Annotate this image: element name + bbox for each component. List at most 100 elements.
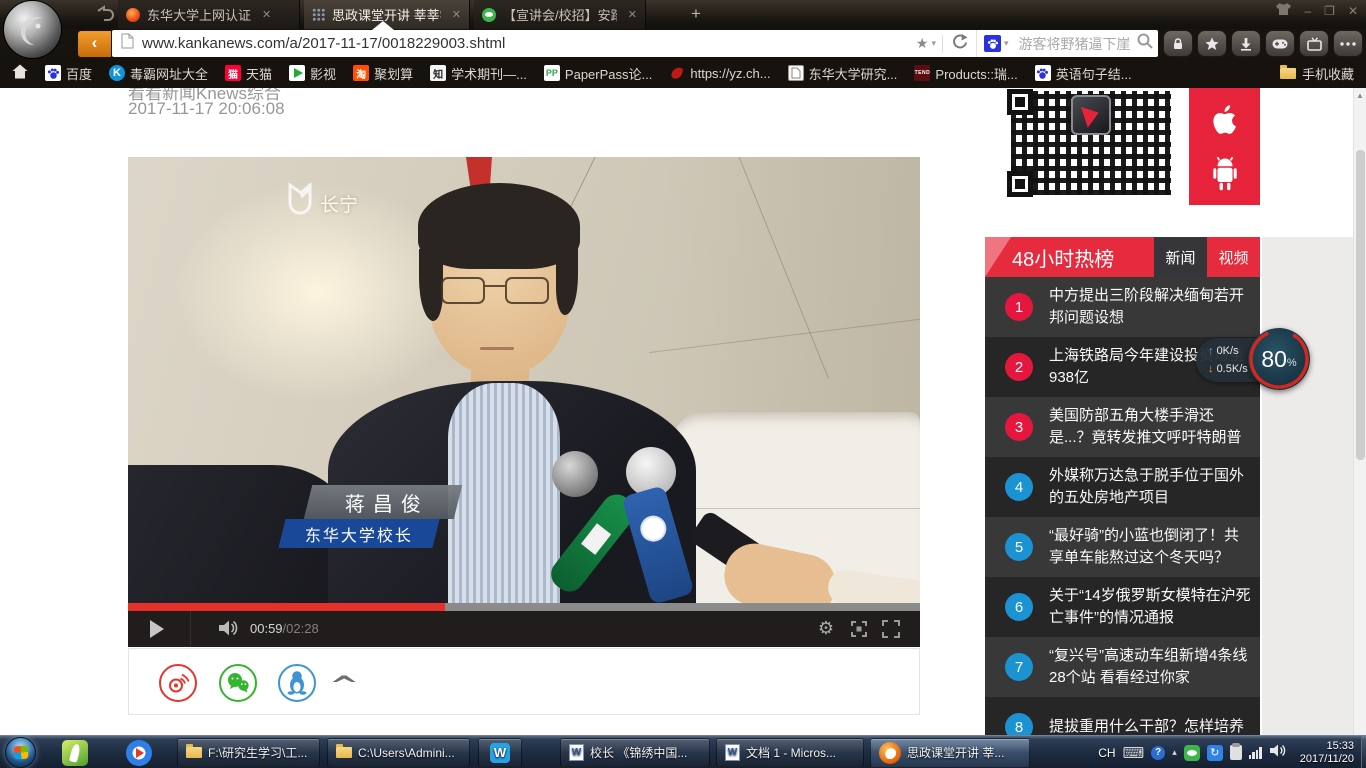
windows-flag-icon xyxy=(13,746,28,760)
zhi-icon: 知 xyxy=(430,65,446,81)
hot-item-4[interactable]: 4 外媒称万达急于脱手位于国外的五处房地产项目 xyxy=(985,457,1260,517)
hot-list-header: 48小时热榜 新闻 视频 xyxy=(985,237,1260,277)
folder-icon xyxy=(1280,68,1296,79)
phoenix-bird-icon xyxy=(669,65,685,81)
tab3-close-icon[interactable]: ✕ xyxy=(628,8,637,21)
app-download-block[interactable] xyxy=(1189,88,1260,205)
bookmark-duba[interactable]: K 毒霸网址大全 xyxy=(109,64,208,83)
theater-mode-icon[interactable] xyxy=(850,620,868,643)
search-box[interactable]: ▾ xyxy=(976,30,1158,57)
hot-item-3[interactable]: 3 美国防部五角大楼手滑还是...？竟转发推文呼吁特朗普 xyxy=(985,397,1260,457)
tab1-close-icon[interactable]: ✕ xyxy=(262,8,271,21)
refresh-icon[interactable] xyxy=(951,33,968,55)
close-button[interactable]: ✕ xyxy=(1348,4,1358,18)
tray-expand-icon[interactable]: ▴ xyxy=(1172,747,1177,758)
scrollbar-thumb[interactable] xyxy=(1356,150,1365,460)
coreldraw-icon[interactable] xyxy=(62,740,88,766)
clipboard-tray-icon[interactable] xyxy=(1230,745,1242,760)
bookmark-baidu[interactable]: 百度 xyxy=(45,64,92,83)
hot-item-7[interactable]: 7 “复兴号”高速动车组新增4条线28个站 看看经过你家 xyxy=(985,637,1260,697)
skin-icon[interactable] xyxy=(1276,3,1291,18)
video-player[interactable]: 长宁 蒋昌俊 东华大学校长 00:59/02:28 ⚙ xyxy=(128,157,920,647)
bookmark-video[interactable]: 影视 xyxy=(289,64,336,83)
current-time: 00:59 xyxy=(250,621,283,636)
taskbar-window-folder-f[interactable]: F:\研究生学习\工... xyxy=(177,738,320,767)
share-qq-icon[interactable] xyxy=(278,664,316,702)
wechat-tray-icon[interactable] xyxy=(1184,745,1200,761)
help-tray-icon[interactable]: ? xyxy=(1151,746,1165,760)
bookmark-dhu-grad[interactable]: 东华大学研究... xyxy=(788,64,898,83)
bookmark-paperpass[interactable]: PP PaperPass论... xyxy=(544,64,652,83)
caption-name-bar: 蒋昌俊 xyxy=(304,485,462,519)
collapse-caret-icon[interactable]: ^ xyxy=(329,671,359,699)
speaker-icon[interactable] xyxy=(1269,743,1287,763)
rank-badge: 8 xyxy=(1005,713,1033,735)
show-desktop-button[interactable] xyxy=(1361,736,1366,768)
bookmark-products[interactable]: TEND Products::瑞... xyxy=(914,64,1017,83)
taskbar-window-word1[interactable]: W 校长 《锦绣中国... xyxy=(560,738,710,767)
sync-tray-icon[interactable]: ↻ xyxy=(1207,745,1223,761)
bookmark-journal[interactable]: 知 学术期刊—... xyxy=(430,64,527,83)
channel-watermark: 长宁 xyxy=(286,183,358,217)
search-engine-dropdown-icon[interactable]: ▾ xyxy=(1004,38,1009,49)
memory-percent-badge[interactable]: 80% xyxy=(1248,328,1310,390)
lock-icon[interactable] xyxy=(1163,30,1193,57)
folder-icon xyxy=(336,747,352,758)
address-bar[interactable]: ★ ▾ ▾ xyxy=(112,30,1158,57)
bookmark-star-icon[interactable]: ★ xyxy=(916,35,929,52)
video-tv-icon[interactable] xyxy=(1299,30,1329,57)
baidu-paw-icon[interactable] xyxy=(984,35,1001,52)
back-history-icon[interactable] xyxy=(94,5,116,25)
menu-more-icon[interactable] xyxy=(1333,30,1363,57)
media-player-icon[interactable] xyxy=(126,740,152,766)
share-wechat-icon[interactable] xyxy=(219,664,257,702)
keyboard-icon[interactable]: ⌨ xyxy=(1123,744,1145,762)
volume-icon[interactable] xyxy=(218,619,240,642)
url-input[interactable] xyxy=(142,35,916,52)
hot-item-8[interactable]: 8 提拔重用什么干部？怎样培养 xyxy=(985,697,1260,735)
tab-dhu-auth[interactable]: 东华大学上网认证 ✕ xyxy=(118,0,300,29)
restore-button[interactable]: ❐ xyxy=(1324,4,1335,18)
page-scrollbar[interactable]: ▲ xyxy=(1353,88,1366,735)
rank-badge: 5 xyxy=(1005,533,1033,561)
new-tab-button[interactable]: + xyxy=(684,2,708,26)
tab-wechat-article[interactable]: 【宣讲会/校招】安踏... ✕ xyxy=(474,0,646,29)
hot-tab-video[interactable]: 视频 xyxy=(1207,237,1260,277)
favorites-star-icon[interactable] xyxy=(1197,30,1227,57)
home-icon[interactable] xyxy=(12,64,28,82)
bookmark-dropdown-icon[interactable]: ▾ xyxy=(931,38,936,49)
tray-date: 2017/11/20 xyxy=(1300,753,1354,766)
bookmark-folder-mobile[interactable]: 手机收藏 xyxy=(1280,58,1354,88)
video-progress-bar[interactable] xyxy=(128,603,920,611)
games-icon[interactable] xyxy=(1265,30,1295,57)
hot-item-1[interactable]: 1 中方提出三阶段解决缅甸若开邦问题设想 xyxy=(985,277,1260,337)
search-input[interactable] xyxy=(1019,36,1137,52)
back-button[interactable]: ‹ xyxy=(78,31,111,57)
hot-item-5[interactable]: 5 “最好骑”的小蓝也倒闭了！共享单车能熬过这个冬天吗？ xyxy=(985,517,1260,577)
play-button[interactable] xyxy=(150,620,164,638)
hot-item-6[interactable]: 6 关于“14岁俄罗斯女模特在沪死亡事件”的情况通报 xyxy=(985,577,1260,637)
start-button[interactable] xyxy=(5,737,36,768)
tab1-site-icon xyxy=(126,8,140,22)
bookmark-tmall[interactable]: 猫 天猫 xyxy=(225,64,272,83)
bookmark-english[interactable]: 英语句子结... xyxy=(1035,64,1132,83)
network-signal-icon[interactable] xyxy=(1249,747,1262,759)
hot-tab-news[interactable]: 新闻 xyxy=(1154,237,1207,277)
search-magnifier-icon[interactable] xyxy=(1137,33,1153,54)
fullscreen-icon[interactable] xyxy=(882,620,900,643)
bookmark-juhuasuan[interactable]: 淘 聚划算 xyxy=(353,64,413,83)
settings-gear-icon[interactable]: ⚙ xyxy=(818,617,834,639)
browser-logo[interactable] xyxy=(3,0,62,59)
download-icon[interactable] xyxy=(1231,30,1261,57)
taskbar-window-browser[interactable]: 思政课堂开讲 莘... xyxy=(870,738,1030,767)
tab2-close-icon[interactable]: ✕ xyxy=(452,8,461,21)
taskbar-window-folder-c[interactable]: C:\Users\Admini... xyxy=(327,738,470,767)
share-weibo-icon[interactable] xyxy=(159,664,197,702)
taskbar-window-word2[interactable]: W 文档 1 - Micros... xyxy=(716,738,864,767)
bookmark-yanzhao[interactable]: https://yz.ch... xyxy=(669,65,770,81)
taskbar-wps-button[interactable]: W xyxy=(478,738,522,767)
clock[interactable]: 15:33 2017/11/20 xyxy=(1294,740,1360,766)
scrollbar-up-icon[interactable]: ▲ xyxy=(1356,91,1364,100)
minimize-button[interactable]: – xyxy=(1304,4,1311,18)
language-indicator[interactable]: CH xyxy=(1098,746,1115,760)
